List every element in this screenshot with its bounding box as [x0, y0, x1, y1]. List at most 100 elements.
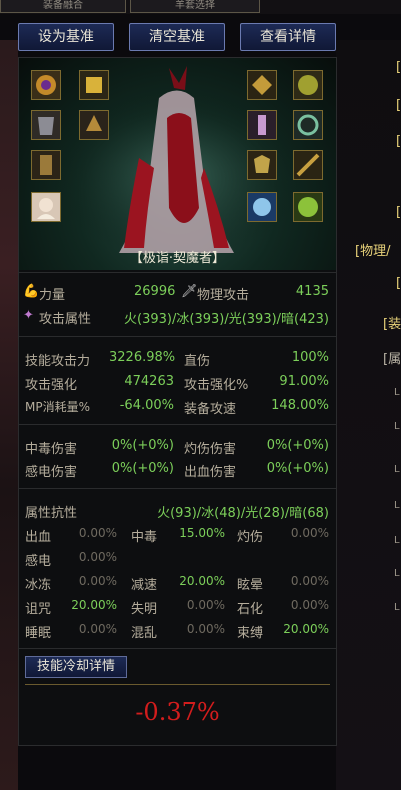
phys-atk-value: 4135 — [295, 284, 329, 299]
divider — [19, 424, 336, 425]
divider — [25, 684, 330, 685]
equip-slot-head[interactable] — [79, 110, 109, 140]
status-label: 灼伤 — [237, 530, 264, 545]
character-portrait: 【极诣·契魔者】 — [19, 58, 336, 270]
equip-slot-ring[interactable] — [293, 150, 323, 180]
status-label: 感电 — [25, 554, 52, 569]
stat-label: 装备攻速 — [184, 402, 237, 417]
equip-slot-bottom[interactable] — [31, 150, 61, 180]
equip-slot-weapon[interactable] — [31, 70, 61, 100]
status-label: 失明 — [131, 602, 158, 617]
strength-label: 力量 — [39, 288, 66, 303]
character-figure — [19, 58, 336, 270]
view-details-button[interactable]: 查看详情 — [240, 23, 336, 51]
stat-value: 3226.98% — [109, 350, 176, 365]
character-class-name: 【极诣·契魔者】 — [129, 251, 226, 266]
status-value: 0.00% — [78, 622, 117, 636]
status-label: 睡眠 — [25, 626, 52, 641]
background-art-left — [0, 40, 18, 790]
stat-value: -64.00% — [119, 398, 174, 413]
divider — [19, 272, 336, 273]
stat-value: 0%(+0%) — [266, 438, 329, 453]
status-label: 混乱 — [131, 626, 158, 641]
status-value: 0.00% — [78, 550, 117, 564]
character-stats-panel: 【极诣·契魔者】 💪 力量 26996 🗡 物理攻击 4135 ✦ 攻击属性 火… — [18, 57, 337, 746]
clear-base-button[interactable]: 清空基准 — [129, 23, 225, 51]
right-panel-fragment: [ — [396, 276, 401, 291]
status-value: 0.00% — [290, 574, 329, 588]
stat-label: MP消耗量% — [25, 400, 90, 414]
status-label: 束缚 — [237, 626, 264, 641]
stat-value: 474263 — [124, 374, 174, 389]
strength-value: 26996 — [134, 284, 176, 299]
set-base-button[interactable]: 设为基准 — [18, 23, 114, 51]
right-panel-fragment: L — [394, 464, 400, 475]
status-value: 0.00% — [290, 598, 329, 612]
right-panel-fragment: L — [394, 500, 400, 511]
status-value: 20.00% — [71, 598, 117, 612]
equip-slot-shoulder[interactable] — [247, 70, 277, 100]
stat-value: 148.00% — [271, 398, 329, 413]
right-panel-fragment: L — [394, 568, 400, 579]
right-panel-fragment: [ — [396, 98, 401, 113]
stat-label: 出血伤害 — [184, 465, 237, 480]
stat-label: 感电伤害 — [25, 465, 78, 480]
element-value: 火(393)/冰(393)/光(393)/暗(423) — [124, 312, 329, 327]
right-panel-fragment: L — [394, 421, 400, 432]
status-value: 20.00% — [179, 574, 225, 588]
stat-label: 攻击强化 — [25, 378, 78, 393]
status-value: 0.00% — [78, 526, 117, 540]
status-value: 0.00% — [78, 574, 117, 588]
right-panel-fragment: L — [394, 602, 400, 613]
stat-value: 0%(+0%) — [266, 461, 329, 476]
stat-label: 技能攻击力 — [25, 354, 91, 369]
status-label: 减速 — [131, 578, 158, 593]
stat-label: 直伤 — [184, 354, 211, 369]
stat-label: 中毒伤害 — [25, 442, 78, 457]
background-right — [336, 40, 401, 790]
right-panel-fragment: L — [394, 535, 400, 546]
element-label: 攻击属性 — [39, 312, 92, 327]
right-panel-fragment: [属 — [383, 352, 401, 367]
equip-slot-shoes[interactable] — [247, 150, 277, 180]
stat-value: 0%(+0%) — [111, 461, 174, 476]
status-label: 诅咒 — [25, 602, 52, 617]
stat-label: 攻击强化% — [184, 378, 249, 393]
divider — [19, 648, 336, 649]
damage-change-result: -0.37% — [135, 698, 220, 726]
equip-slot-avatar[interactable] — [31, 192, 61, 222]
right-panel-fragment: [ — [396, 134, 401, 149]
divider — [19, 488, 336, 489]
equip-slot-belt[interactable] — [293, 70, 323, 100]
status-value: 20.00% — [283, 622, 329, 636]
status-value: 0.00% — [290, 526, 329, 540]
equip-slot-support[interactable] — [247, 192, 277, 222]
equip-slot-magic-stone[interactable] — [293, 192, 323, 222]
status-value: 15.00% — [179, 526, 225, 540]
right-panel-fragment: [ — [396, 205, 401, 220]
equip-slot-bracelet[interactable] — [247, 110, 277, 140]
status-label: 出血 — [25, 530, 52, 545]
stat-value: 0%(+0%) — [111, 438, 174, 453]
skill-cooldown-details-button[interactable]: 技能冷却详情 — [25, 656, 127, 678]
status-value: 0.00% — [186, 622, 225, 636]
divider — [19, 336, 336, 337]
tab-equipment-fusion[interactable]: 装备融合 — [0, 0, 126, 13]
right-panel-fragment: [装 — [383, 317, 401, 332]
right-panel-fragment: L — [394, 387, 400, 398]
right-panel-fragment: [ — [396, 60, 401, 75]
strength-icon: 💪 — [23, 284, 40, 299]
stat-label: 灼伤伤害 — [184, 442, 237, 457]
stat-value: 91.00% — [279, 374, 329, 389]
tab-set-selection[interactable]: 羊套选择 — [130, 0, 260, 13]
status-label: 中毒 — [131, 530, 158, 545]
resist-value: 火(93)/冰(48)/光(28)/暗(68) — [157, 506, 329, 521]
equip-slot-title[interactable] — [79, 70, 109, 100]
right-panel-fragment: [物理/ — [355, 244, 391, 259]
status-label: 石化 — [237, 602, 264, 617]
equip-slot-necklace[interactable] — [293, 110, 323, 140]
sword-icon: 🗡 — [181, 284, 198, 299]
equip-slot-top[interactable] — [31, 110, 61, 140]
element-icon: ✦ — [23, 308, 34, 323]
status-label: 眩晕 — [237, 578, 264, 593]
